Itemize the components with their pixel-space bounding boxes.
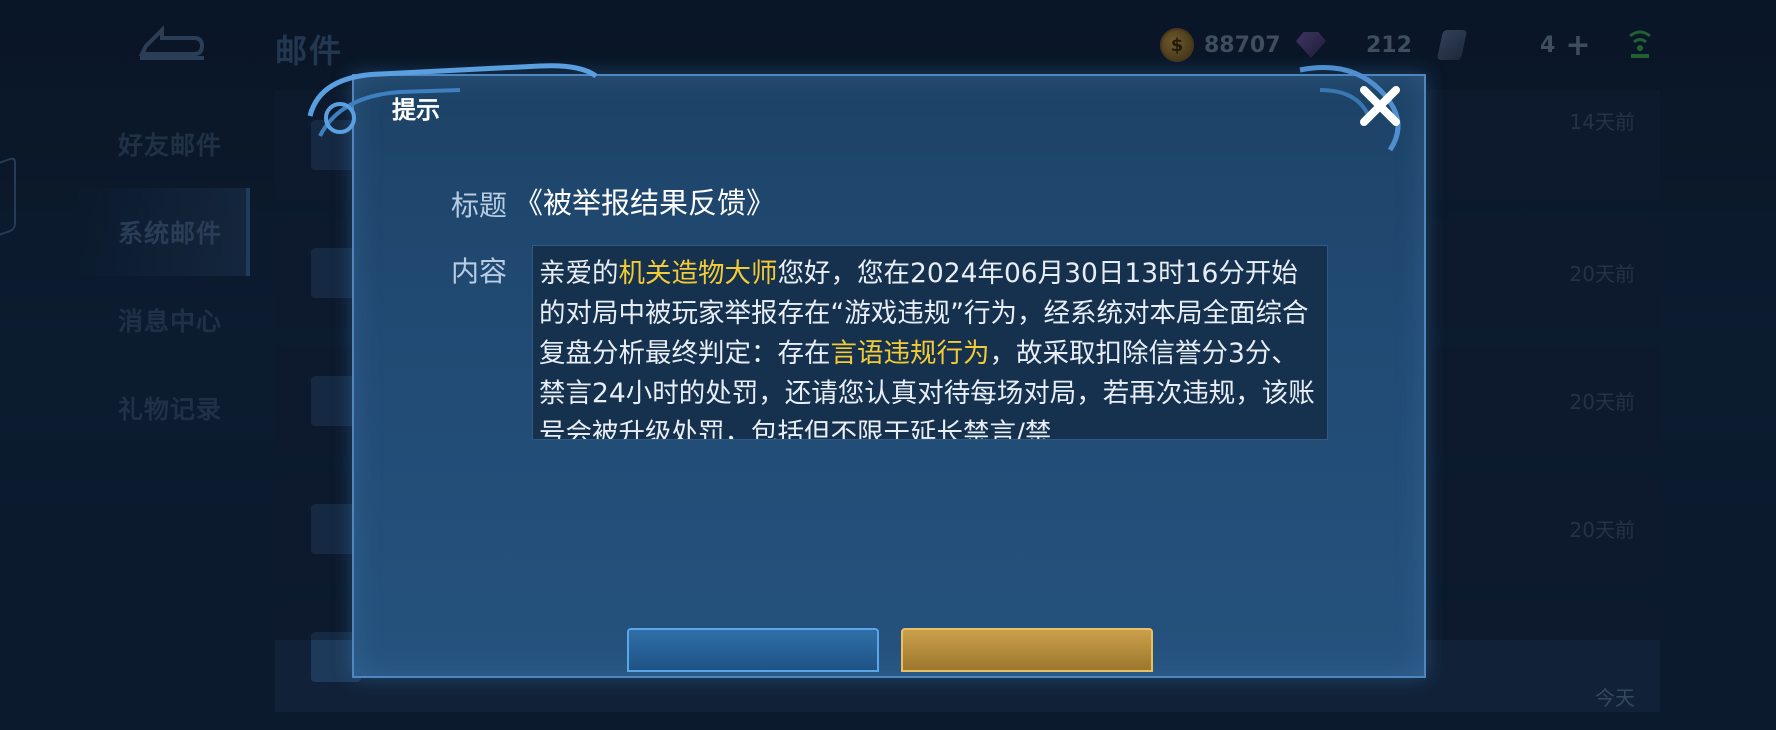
mail-content-text: 亲爱的机关造物大师您好，您在2024年06月30日13时16分开始的对局中被玩家…	[533, 246, 1327, 439]
confirm-button[interactable]	[627, 628, 879, 672]
player-name-highlight: 机关造物大师	[618, 258, 778, 289]
subject-label: 标题	[451, 189, 508, 222]
dialog-title: 提示	[392, 96, 440, 124]
action-button[interactable]	[901, 628, 1153, 672]
mail-content-scroll[interactable]: 亲爱的机关造物大师您好，您在2024年06月30日13时16分开始的对局中被玩家…	[532, 245, 1328, 440]
content-text-segment: 亲爱的	[539, 258, 619, 289]
content-label: 内容	[451, 255, 508, 288]
close-icon[interactable]	[1354, 80, 1406, 132]
mail-subject: 《被举报结果反馈》	[514, 186, 776, 220]
cloud-ornament-left	[307, 63, 598, 137]
mail-time: 今天	[1595, 686, 1635, 710]
violation-type-highlight: 言语违规行为	[830, 338, 990, 369]
